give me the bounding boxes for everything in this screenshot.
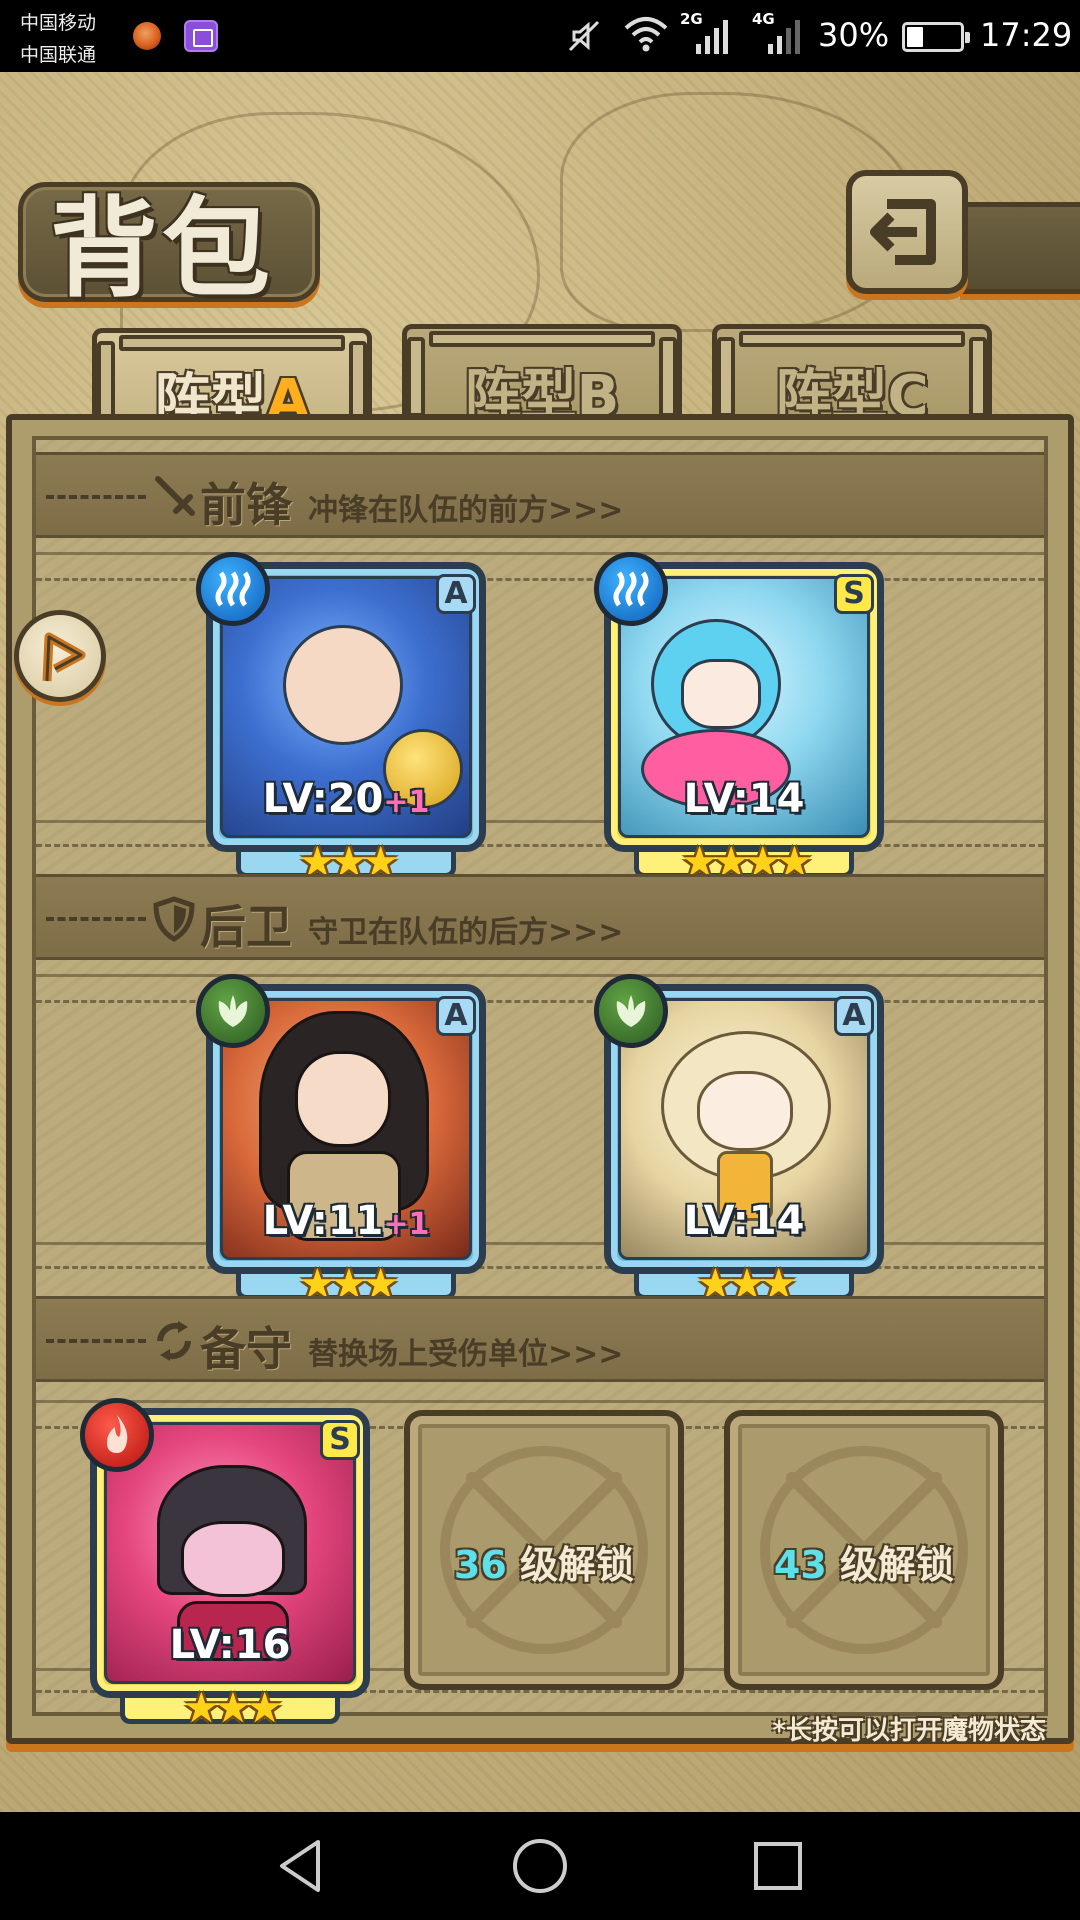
carrier-2: 中国联通 [20, 44, 97, 66]
water-element-icon [594, 552, 668, 626]
leaf-icon [218, 995, 248, 1027]
unlock-requirement: 36 级解锁 [453, 1543, 635, 1587]
dash-line [46, 1339, 146, 1343]
monster-face [283, 625, 403, 745]
leaf-element-icon [594, 974, 668, 1048]
level-label: LV:14 [683, 1198, 805, 1244]
monster-card[interactable]: A LV:11+1 ★★★ [196, 974, 486, 1308]
rope-line [36, 844, 1044, 847]
monster-face [681, 659, 761, 729]
clock: 17:29 [980, 16, 1073, 54]
monster-face [697, 1071, 793, 1151]
swap-icon [157, 1321, 191, 1361]
level-label: LV:11+1 [262, 1198, 430, 1244]
shield-icon [153, 896, 195, 942]
signal-icon [696, 20, 728, 54]
rope-line [36, 1266, 1044, 1269]
hint-text: *长按可以打开魔物状态 [772, 1716, 1046, 1746]
tab-beam [119, 335, 345, 351]
rope-line [36, 1000, 1044, 1003]
monster-card[interactable]: A LV:20+1 ★★★ [196, 552, 486, 886]
notification-app-icon [133, 22, 161, 50]
rank-badge: A [834, 996, 874, 1036]
back-arrow-icon [870, 199, 936, 265]
section-title-reserve: 备守 [200, 1322, 292, 1376]
mute-icon [568, 20, 600, 52]
rope-line [36, 552, 1044, 555]
formation-panel-inner: 前锋 冲锋在队伍的前方>>> A LV:20+1 ★★★ S LV:14 ★★★… [32, 436, 1048, 1732]
section-subtitle-vanguard: 冲锋在队伍的前方>>> [308, 493, 624, 528]
rope-line [36, 1400, 1044, 1403]
rope-line [36, 1242, 1044, 1245]
rope-line [36, 578, 1044, 581]
monster-face [181, 1521, 285, 1597]
level-label: LV:14 [683, 776, 805, 822]
section-title-vanguard: 前锋 [200, 478, 292, 532]
leaf-icon [616, 995, 646, 1027]
section-subtitle-reserve: 替换场上受伤单位>>> [308, 1337, 624, 1372]
monster-face [295, 1051, 391, 1147]
star-rating: ★★★ [182, 1683, 284, 1732]
side-toggle-button[interactable] [14, 610, 106, 702]
tab-beam [739, 331, 965, 347]
level-label: LV:20+1 [262, 776, 430, 822]
signal-icon-2 [768, 20, 800, 54]
battery-icon [902, 22, 970, 52]
status-bar: 中国移动 中国联通 2G 4G 30% 17:29 [0, 0, 1080, 72]
fire-element-icon [80, 1398, 154, 1472]
locked-slot[interactable]: 36 级解锁 [404, 1410, 684, 1690]
section-header-vanguard: 前锋 冲锋在队伍的前方>>> [36, 452, 1044, 538]
back-button[interactable] [846, 170, 968, 294]
water-waves-icon [613, 571, 649, 607]
tab-formation-c[interactable]: 阵型C [712, 324, 992, 429]
dash-line [46, 917, 146, 921]
monster-card[interactable]: A LV:14 ★★★ [594, 974, 884, 1308]
locked-slot[interactable]: 43 级解锁 [724, 1410, 1004, 1690]
nav-home-icon[interactable] [510, 1836, 570, 1896]
level-label: LV:16 [169, 1622, 291, 1668]
rank-badge: S [834, 574, 874, 614]
wifi-icon [624, 17, 668, 52]
gallery-notification-icon [184, 20, 218, 52]
navigation-bar [0, 1812, 1080, 1920]
monster-card[interactable]: S LV:16 ★★★ [80, 1398, 370, 1732]
section-header-reserve: 备守 替换场上受伤单位>>> [36, 1296, 1044, 1382]
leaf-element-icon [196, 974, 270, 1048]
rank-badge: A [436, 996, 476, 1036]
section-subtitle-rearguard: 守卫在队伍的后方>>> [308, 915, 624, 950]
section-header-rearguard: 后卫 守卫在队伍的后方>>> [36, 874, 1044, 960]
nav-back-icon[interactable] [272, 1836, 332, 1896]
game-screen: 背包 阵型A 阵型B 阵型C 前锋 冲锋在队伍的前方>>> A LV:20+1 … [0, 72, 1080, 1812]
water-element-icon [196, 552, 270, 626]
sword-icon [155, 476, 195, 516]
battery-percent: 30% [818, 16, 890, 54]
section-title-rearguard: 后卫 [200, 900, 292, 954]
carrier-1: 中国移动 [20, 12, 97, 34]
rank-badge: A [436, 574, 476, 614]
rank-badge: S [320, 1420, 360, 1460]
page-title: 背包 [50, 186, 275, 312]
flame-icon [107, 1415, 128, 1453]
rope-line [36, 974, 1044, 977]
unlock-requirement: 43 级解锁 [773, 1543, 955, 1587]
expand-arrow-icon [42, 632, 86, 682]
header-rail [960, 202, 1080, 294]
tab-formation-a[interactable]: 阵型A [92, 328, 372, 433]
rope-line [36, 820, 1044, 823]
monster-card[interactable]: S LV:14 ★★★★ [594, 552, 884, 886]
nav-recents-icon[interactable] [748, 1836, 808, 1896]
dash-line [46, 495, 146, 499]
tab-formation-b[interactable]: 阵型B [402, 324, 682, 429]
water-waves-icon [215, 571, 251, 607]
formation-panel: 前锋 冲锋在队伍的前方>>> A LV:20+1 ★★★ S LV:14 ★★★… [6, 414, 1074, 1744]
tab-beam [429, 331, 655, 347]
